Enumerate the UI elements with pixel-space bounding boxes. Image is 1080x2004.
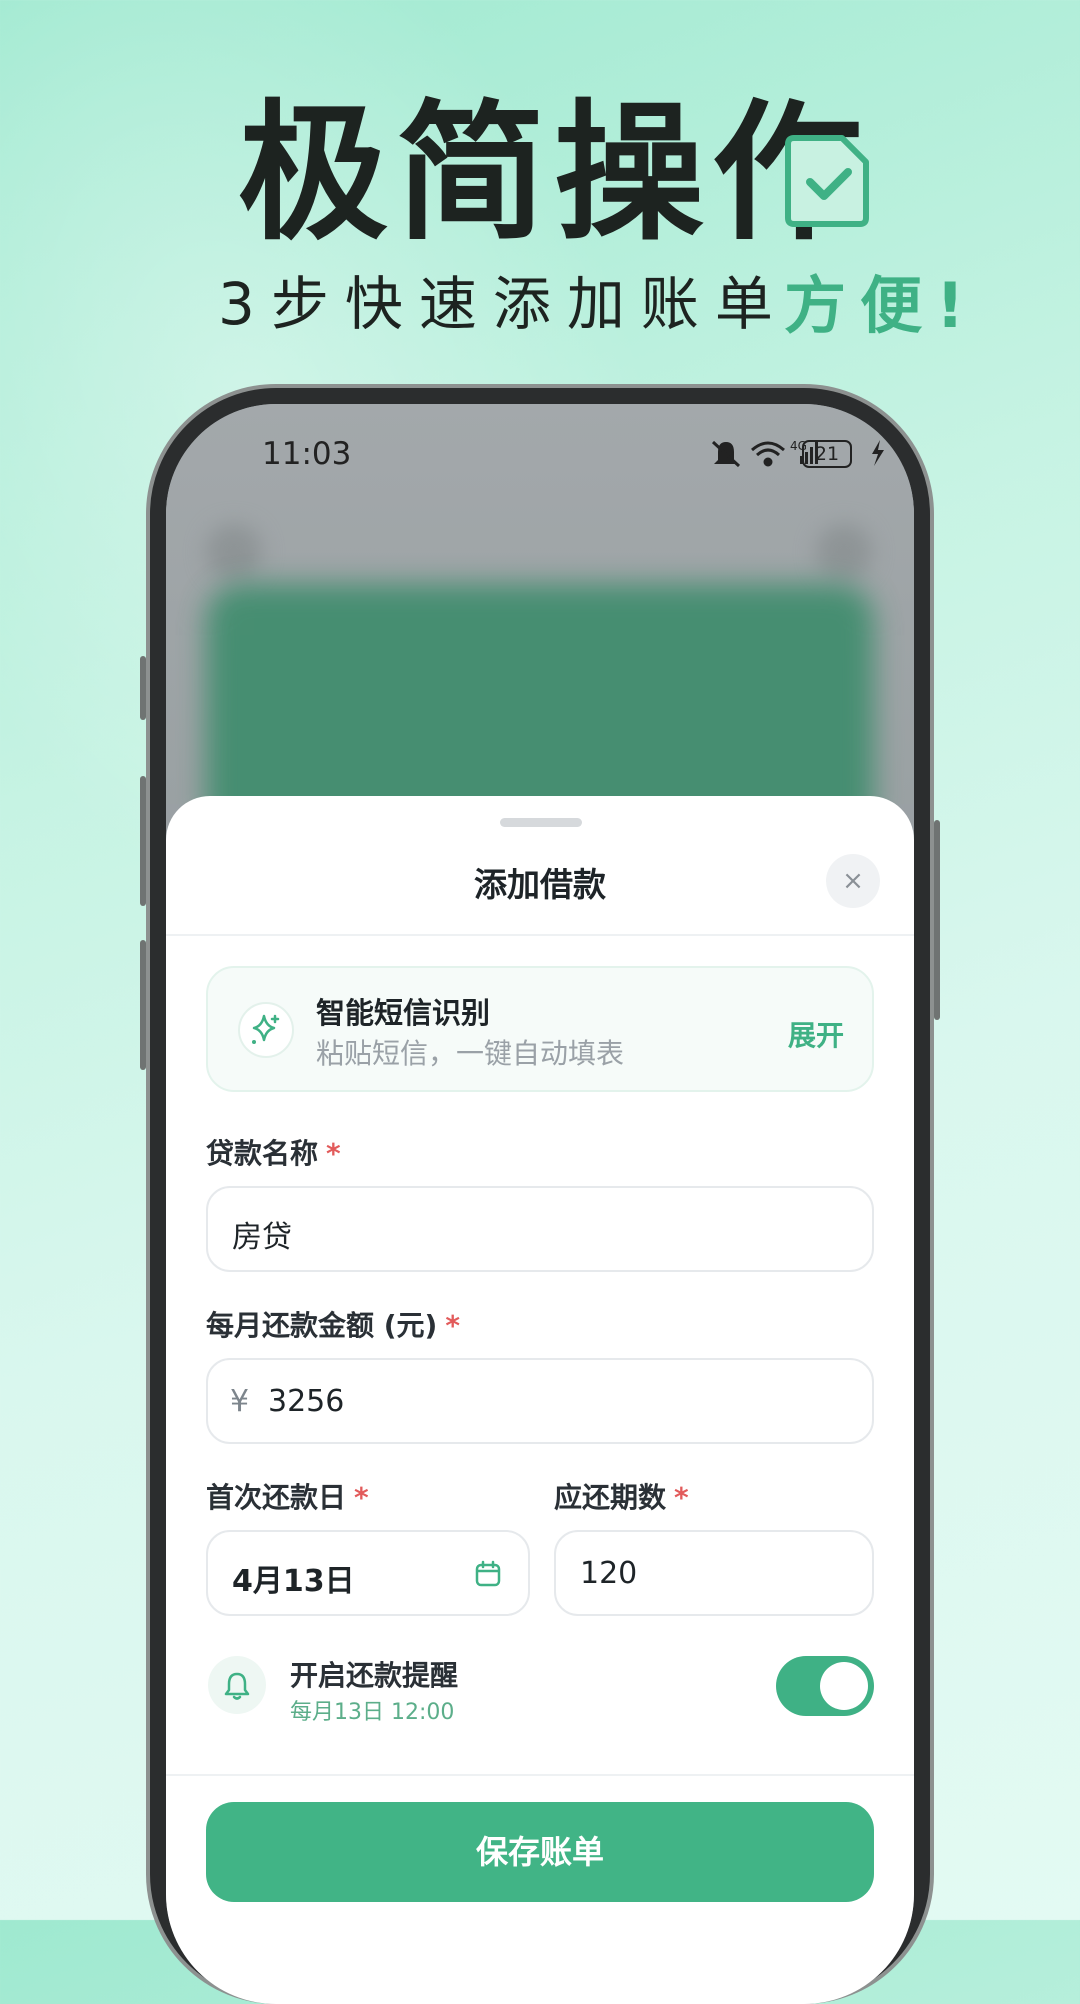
footer-divider	[166, 1774, 914, 1776]
phone-power-button	[934, 820, 940, 1020]
calendar-icon	[475, 1560, 501, 1587]
monthly-amount-value: 3256	[268, 1384, 345, 1419]
blurred-back-icon	[206, 524, 262, 580]
required-mark: *	[674, 1481, 689, 1514]
phone-volume-up	[140, 776, 146, 906]
sms-title: 智能短信识别	[316, 996, 491, 1030]
sms-subtitle: 粘贴短信，一键自动填表	[316, 1037, 625, 1070]
close-icon: ×	[842, 866, 864, 896]
close-button[interactable]: ×	[826, 854, 880, 908]
bottom-sheet: 添加借款 × 智能短信识别 粘贴短信，一键自动填表 展开 贷款名称 * 房贷 每月	[166, 796, 914, 2004]
save-bill-button[interactable]: 保存账单	[206, 1802, 874, 1902]
reminder-title: 开启还款提醒	[290, 1659, 459, 1692]
phone-side-button	[140, 656, 146, 720]
sheet-grabber[interactable]	[500, 818, 582, 827]
subline: 3步快速添加账单	[218, 270, 789, 338]
sparkle-icon	[252, 1014, 280, 1044]
status-icons: 4G	[711, 439, 884, 468]
document-check-icon	[785, 135, 869, 227]
header-divider	[166, 934, 914, 936]
sms-recognition-card[interactable]: 智能短信识别 粘贴短信，一键自动填表 展开	[206, 966, 874, 1092]
monthly-amount-field[interactable]: ¥ 3256	[206, 1358, 874, 1444]
phone-volume-down	[140, 940, 146, 1070]
loan-name-value: 房贷	[232, 1220, 292, 1255]
periods-field[interactable]: 120	[554, 1530, 874, 1616]
subline-accent: 方便!	[784, 269, 979, 342]
first-date-field[interactable]: 4月13日	[206, 1530, 530, 1616]
phone-screen: 11:03 4G 21 添加借款 × 智能短信识别 粘贴短信，一键自动填表 展开…	[166, 404, 914, 2004]
bell-icon-wrap	[208, 1656, 266, 1714]
loan-name-field[interactable]: 房贷	[206, 1186, 874, 1272]
yen-icon: ¥	[230, 1384, 250, 1419]
first-date-label: 首次还款日 *	[206, 1481, 369, 1514]
sms-expand-button[interactable]: 展开	[788, 1014, 844, 1054]
blurred-menu-icon	[816, 524, 872, 580]
required-mark: *	[326, 1137, 341, 1170]
required-mark: *	[445, 1309, 460, 1342]
status-time: 11:03	[262, 436, 352, 472]
reminder-subtitle: 每月13日 12:00	[290, 1700, 455, 1725]
bell-icon	[224, 1672, 250, 1700]
toggle-knob	[820, 1662, 868, 1710]
monthly-amount-label: 每月还款金额 (元) *	[206, 1309, 460, 1342]
charging-icon	[872, 440, 884, 466]
mute-icon	[711, 440, 741, 468]
wifi-icon	[751, 441, 785, 467]
required-mark: *	[354, 1481, 369, 1514]
headline: 极简操作	[238, 85, 871, 261]
loan-name-label: 贷款名称 *	[206, 1137, 341, 1170]
reminder-toggle[interactable]	[776, 1656, 874, 1716]
periods-label: 应还期数 *	[554, 1481, 689, 1514]
periods-value: 120	[580, 1556, 638, 1591]
battery-indicator: 21	[802, 440, 852, 468]
sheet-title: 添加借款	[474, 865, 606, 904]
first-date-value: 4月13日	[232, 1564, 355, 1599]
sparkle-icon-wrap	[238, 1002, 294, 1058]
